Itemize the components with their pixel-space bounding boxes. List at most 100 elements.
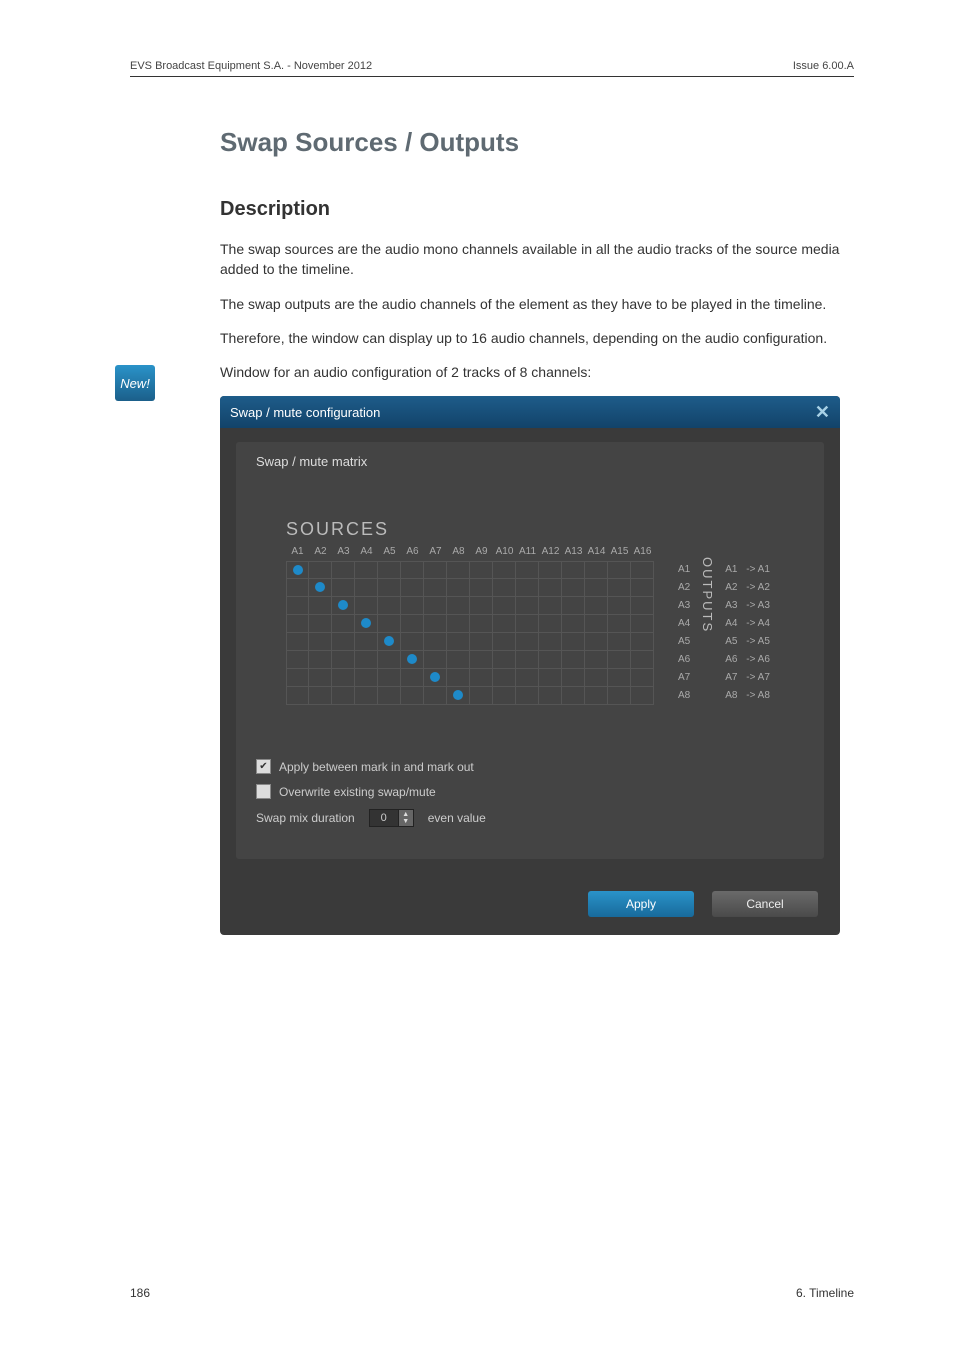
matrix-cell[interactable] [585,561,608,579]
matrix-cell[interactable] [378,615,401,633]
matrix-cell[interactable] [516,687,539,705]
matrix-cell[interactable] [424,597,447,615]
matrix-cell[interactable] [608,615,631,633]
matrix-cell[interactable] [539,633,562,651]
matrix-cell[interactable] [447,579,470,597]
matrix-cell[interactable] [631,633,654,651]
spinner-arrows-icon[interactable]: ▲▼ [399,809,414,827]
matrix-cell[interactable] [424,669,447,687]
matrix-cell[interactable] [447,597,470,615]
matrix-cell[interactable] [332,633,355,651]
matrix-cell[interactable] [585,633,608,651]
matrix-cell[interactable] [562,669,585,687]
matrix-cell[interactable] [309,687,332,705]
checkbox-icon[interactable]: ✔ [256,759,271,774]
matrix-cell[interactable] [401,651,424,669]
matrix-cell[interactable] [585,615,608,633]
matrix-cell[interactable] [539,651,562,669]
matrix-cell[interactable] [355,615,378,633]
matrix-cell[interactable] [516,561,539,579]
matrix-cell[interactable] [378,633,401,651]
matrix-cell[interactable] [516,615,539,633]
matrix-cell[interactable] [401,615,424,633]
matrix-cell[interactable] [401,669,424,687]
matrix-cell[interactable] [447,633,470,651]
matrix-cell[interactable] [355,651,378,669]
matrix-cell[interactable] [332,669,355,687]
matrix-cell[interactable] [493,597,516,615]
matrix-cell[interactable] [631,669,654,687]
matrix-cell[interactable] [309,633,332,651]
matrix-cell[interactable] [631,651,654,669]
matrix-cell[interactable] [309,651,332,669]
matrix-cell[interactable] [378,597,401,615]
matrix-cell[interactable] [608,597,631,615]
matrix-cell[interactable] [470,651,493,669]
overwrite-existing-option[interactable]: Overwrite existing swap/mute [256,784,804,799]
matrix-cell[interactable] [631,615,654,633]
matrix-cell[interactable] [447,561,470,579]
matrix-cell[interactable] [378,651,401,669]
matrix-cell[interactable] [562,687,585,705]
matrix-cell[interactable] [424,633,447,651]
matrix-cell[interactable] [585,579,608,597]
matrix-cell[interactable] [424,579,447,597]
matrix-cell[interactable] [539,687,562,705]
matrix-cell[interactable] [585,669,608,687]
matrix-cell[interactable] [608,669,631,687]
matrix-cell[interactable] [378,687,401,705]
matrix-cell[interactable] [516,597,539,615]
matrix-cell[interactable] [539,579,562,597]
matrix-cell[interactable] [470,669,493,687]
matrix-cell[interactable] [378,561,401,579]
matrix-cell[interactable] [424,561,447,579]
checkbox-icon[interactable] [256,784,271,799]
matrix-cell[interactable] [309,561,332,579]
matrix-cell[interactable] [585,597,608,615]
matrix-cell[interactable] [378,579,401,597]
matrix-cell[interactable] [286,633,309,651]
matrix-cell[interactable] [608,687,631,705]
matrix-cell[interactable] [286,597,309,615]
matrix-cell[interactable] [401,687,424,705]
swap-mix-duration-input[interactable] [369,809,399,827]
matrix-cell[interactable] [539,561,562,579]
matrix-cell[interactable] [470,615,493,633]
matrix-cell[interactable] [516,633,539,651]
matrix-cell[interactable] [562,633,585,651]
matrix-cell[interactable] [608,651,631,669]
matrix-cell[interactable] [493,651,516,669]
matrix-cell[interactable] [447,669,470,687]
matrix-cell[interactable] [355,669,378,687]
cancel-button[interactable]: Cancel [712,891,818,917]
matrix-cell[interactable] [355,597,378,615]
matrix-cell[interactable] [309,597,332,615]
matrix-cell[interactable] [562,651,585,669]
matrix-cell[interactable] [378,669,401,687]
matrix-cell[interactable] [470,579,493,597]
matrix-cell[interactable] [401,579,424,597]
matrix-cell[interactable] [493,669,516,687]
matrix-cell[interactable] [539,597,562,615]
matrix-cell[interactable] [355,561,378,579]
matrix-cell[interactable] [631,687,654,705]
matrix-cell[interactable] [309,615,332,633]
matrix-cell[interactable] [424,651,447,669]
matrix-cell[interactable] [332,597,355,615]
matrix-cell[interactable] [562,579,585,597]
matrix-cell[interactable] [493,687,516,705]
matrix-cell[interactable] [608,561,631,579]
matrix-cell[interactable] [447,651,470,669]
matrix-cell[interactable] [447,687,470,705]
matrix-cell[interactable] [470,633,493,651]
matrix-cell[interactable] [424,687,447,705]
matrix-cell[interactable] [424,615,447,633]
matrix-cell[interactable] [608,633,631,651]
matrix-cell[interactable] [309,579,332,597]
matrix-cell[interactable] [631,597,654,615]
matrix-cell[interactable] [355,687,378,705]
matrix-cell[interactable] [309,669,332,687]
matrix-cell[interactable] [493,633,516,651]
matrix-cell[interactable] [585,687,608,705]
matrix-cell[interactable] [286,615,309,633]
